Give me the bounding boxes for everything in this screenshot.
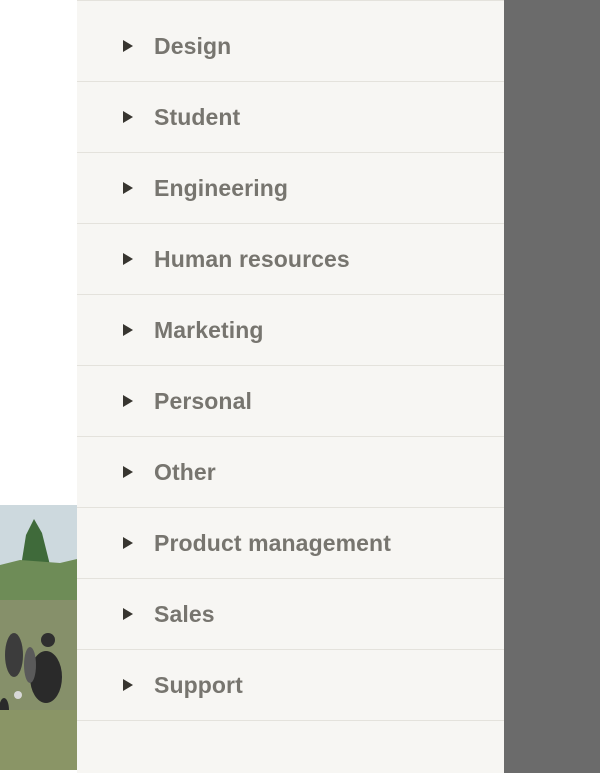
category-item-marketing[interactable]: Marketing bbox=[77, 295, 504, 366]
category-label: Sales bbox=[154, 600, 215, 627]
page: Design Student Engineering Human resourc… bbox=[0, 0, 600, 773]
category-item-product-management[interactable]: Product management bbox=[77, 508, 504, 579]
category-label: Other bbox=[154, 458, 216, 485]
category-item-other[interactable]: Other bbox=[77, 437, 504, 508]
category-label: Engineering bbox=[154, 174, 289, 201]
category-list: Design Student Engineering Human resourc… bbox=[77, 0, 504, 773]
triangle-right-icon bbox=[123, 111, 133, 123]
triangle-right-icon bbox=[123, 40, 133, 52]
category-item-sales[interactable]: Sales bbox=[77, 579, 504, 650]
category-item-human-resources[interactable]: Human resources bbox=[77, 224, 504, 295]
background-photo bbox=[0, 505, 77, 770]
category-item-engineering[interactable]: Engineering bbox=[77, 153, 504, 224]
category-label: Support bbox=[154, 671, 243, 698]
category-label: Human resources bbox=[154, 245, 350, 272]
triangle-right-icon bbox=[123, 182, 133, 194]
triangle-right-icon bbox=[123, 537, 133, 549]
category-label: Personal bbox=[154, 387, 252, 414]
category-item-personal[interactable]: Personal bbox=[77, 366, 504, 437]
category-item-design[interactable]: Design bbox=[77, 11, 504, 82]
triangle-right-icon bbox=[123, 608, 133, 620]
category-item-student[interactable]: Student bbox=[77, 82, 504, 153]
category-label: Design bbox=[154, 32, 232, 59]
category-label: Product management bbox=[154, 529, 391, 556]
triangle-right-icon bbox=[123, 253, 133, 265]
modal-backdrop[interactable] bbox=[504, 0, 600, 773]
triangle-right-icon bbox=[123, 679, 133, 691]
category-label: Student bbox=[154, 103, 241, 130]
category-label: Marketing bbox=[154, 316, 264, 343]
triangle-right-icon bbox=[123, 466, 133, 478]
triangle-right-icon bbox=[123, 324, 133, 336]
category-item-support[interactable]: Support bbox=[77, 650, 504, 721]
triangle-right-icon bbox=[123, 395, 133, 407]
